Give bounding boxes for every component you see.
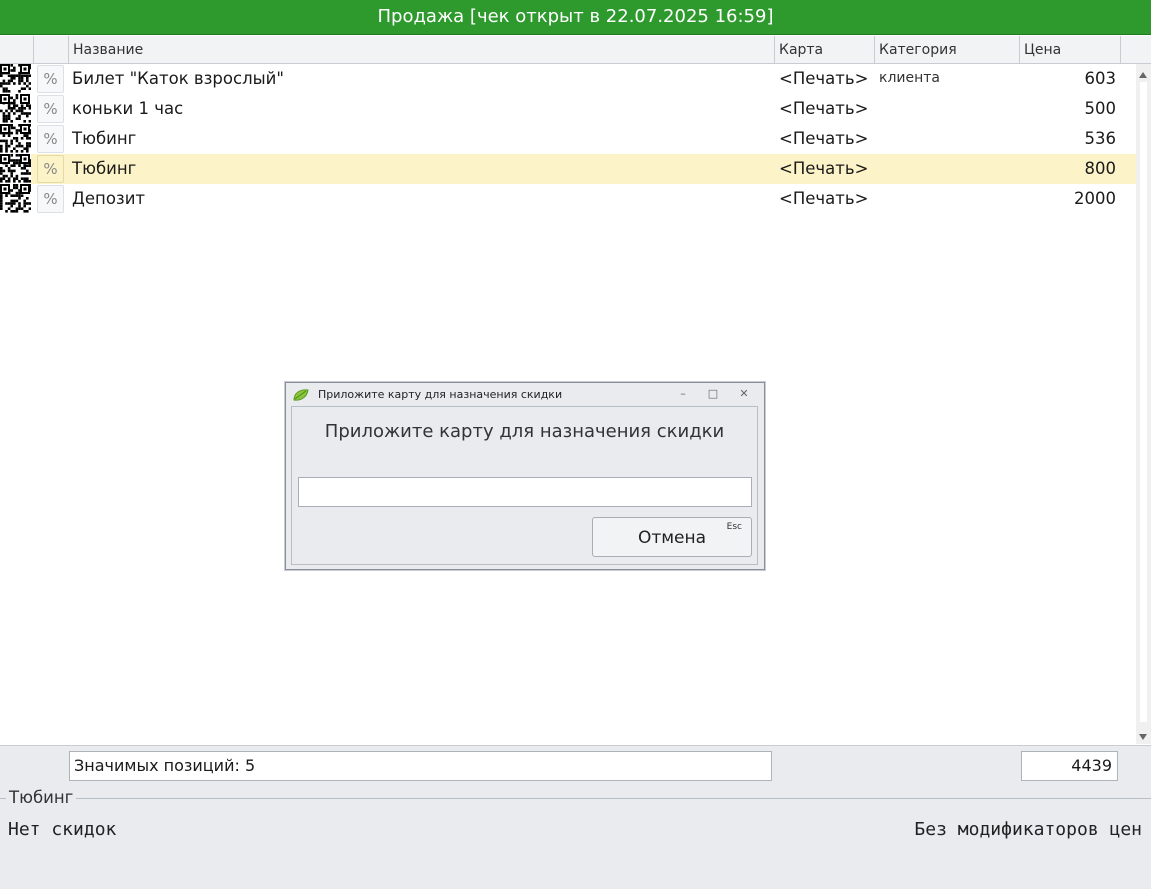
table-row[interactable]: % Депозит <Печать> 2000 [0, 184, 1136, 214]
close-icon[interactable]: ✕ [736, 386, 752, 402]
item-name: Тюбинг [72, 159, 137, 178]
item-price: 536 [1084, 129, 1117, 148]
cancel-button-label: Отмена [637, 528, 707, 548]
item-name: Тюбинг [72, 129, 137, 148]
dialog-title-bar[interactable]: Приложите карту для назначения скидки – … [286, 383, 764, 405]
dialog-message: Приложите карту для назначения скидки [324, 421, 725, 442]
table-row[interactable]: % коньки 1 час <Печать> 500 [0, 94, 1136, 124]
header-name[interactable]: Название [69, 36, 775, 63]
qr-code-icon [0, 154, 31, 184]
header-card[interactable]: Карта [775, 36, 875, 63]
discount-button[interactable]: % [37, 185, 64, 213]
receipt-footer: Значимых позиций: 5 4439 Тюбинг Нет скид… [0, 745, 1151, 889]
discount-button[interactable]: % [37, 65, 64, 93]
item-price: 800 [1084, 159, 1117, 178]
window-title: Продажа [чек открыт в 22.07.2025 16:59] [377, 6, 774, 27]
table-header: Название Карта Категория клиента Цена [0, 36, 1151, 86]
header-discount-column[interactable] [34, 36, 69, 63]
minimize-icon[interactable]: – [675, 386, 691, 402]
selected-item-group-title: Тюбинг [6, 788, 77, 807]
discounts-info: Нет скидок [8, 819, 117, 840]
item-card[interactable]: <Печать> [779, 124, 868, 154]
item-name: Билет "Каток взрослый" [72, 69, 284, 88]
table-row[interactable]: % Тюбинг <Печать> 536 [0, 124, 1136, 154]
item-name: коньки 1 час [72, 99, 184, 118]
group-divider [0, 798, 1151, 799]
qr-code-icon [0, 94, 31, 124]
header-price[interactable]: Цена [1020, 36, 1121, 63]
qr-code-icon [0, 184, 31, 214]
scroll-down-icon[interactable] [1139, 734, 1147, 740]
item-price: 2000 [1074, 189, 1116, 208]
table-row-selected[interactable]: % Тюбинг <Печать> 800 [0, 154, 1136, 184]
cancel-button[interactable]: Отмена Esc [592, 517, 752, 557]
cancel-hotkey: Esc [726, 522, 742, 532]
item-price: 500 [1084, 99, 1117, 118]
item-card[interactable]: <Печать> [779, 154, 868, 184]
discount-button[interactable]: % [37, 155, 64, 183]
item-name: Депозит [72, 189, 146, 208]
item-card[interactable]: <Печать> [779, 64, 868, 94]
significant-items-count: Значимых позиций: 5 [69, 751, 772, 781]
window-title-bar: Продажа [чек открыт в 22.07.2025 16:59] [0, 0, 1151, 35]
discount-button[interactable]: % [37, 125, 64, 153]
qr-code-icon [0, 124, 31, 154]
vertical-scrollbar[interactable] [1136, 64, 1151, 744]
item-card[interactable]: <Печать> [779, 184, 868, 214]
discount-button[interactable]: % [37, 95, 64, 123]
receipt-total: 4439 [1021, 751, 1118, 781]
qr-code-icon [0, 64, 31, 94]
card-number-input[interactable] [298, 477, 752, 507]
card-discount-dialog: Приложите карту для назначения скидки – … [285, 382, 765, 570]
restore-icon[interactable]: □ [705, 386, 721, 402]
item-price: 603 [1084, 69, 1117, 88]
item-card[interactable]: <Печать> [779, 94, 868, 124]
sale-items-list: % Билет "Каток взрослый" <Печать> 603 % … [0, 64, 1136, 214]
scrollbar-thumb[interactable] [1140, 82, 1147, 722]
price-modifiers-info: Без модификаторов цен [914, 819, 1142, 840]
dialog-body: Приложите карту для назначения скидки От… [291, 406, 758, 565]
header-qr-column[interactable] [0, 36, 34, 63]
table-row[interactable]: % Билет "Каток взрослый" <Печать> 603 [0, 64, 1136, 94]
header-client-category[interactable]: Категория клиента [875, 36, 1020, 86]
dialog-title: Приложите карту для назначения скидки [318, 388, 563, 401]
scroll-up-icon[interactable] [1139, 72, 1147, 78]
